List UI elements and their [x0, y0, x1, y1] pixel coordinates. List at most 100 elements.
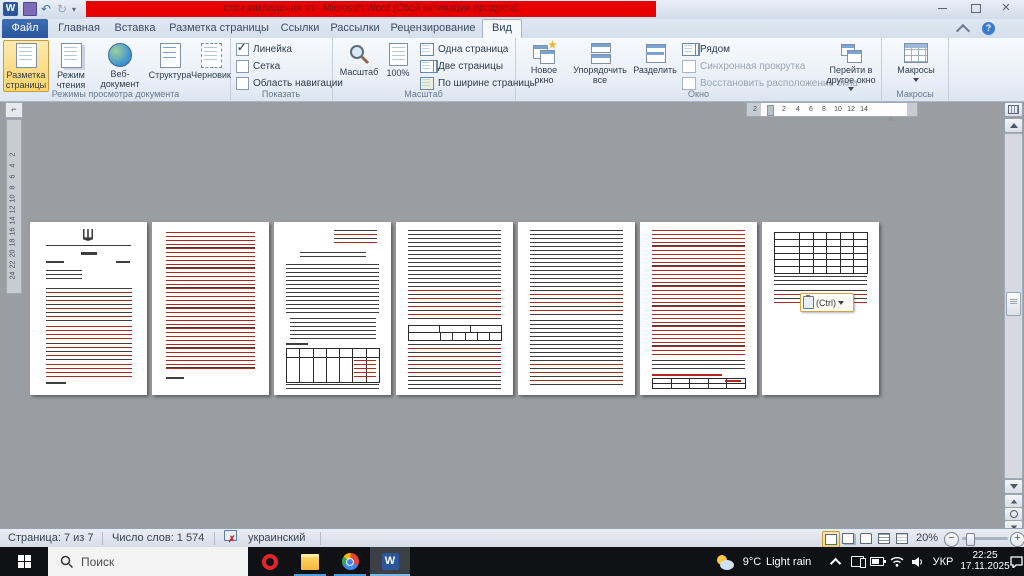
- wifi-icon[interactable]: [888, 547, 906, 576]
- outline-button[interactable]: Структура: [147, 40, 193, 92]
- previous-page-button[interactable]: [1004, 494, 1023, 508]
- tab-references[interactable]: Ссылки: [276, 19, 324, 38]
- weather-description[interactable]: Light rain: [766, 547, 824, 576]
- print-layout-button[interactable]: Разметка страницы: [3, 40, 49, 92]
- word-logo-icon[interactable]: W: [3, 2, 18, 16]
- qat-dropdown-icon[interactable]: ▾: [72, 5, 76, 19]
- clipboard-icon: [803, 296, 814, 309]
- scrollbar-track[interactable]: [1004, 133, 1023, 479]
- word-count-indicator[interactable]: Число слов: 1 574: [112, 529, 204, 548]
- select-browse-object-button[interactable]: [1004, 507, 1023, 521]
- taskbar-search-input[interactable]: Поиск: [48, 547, 248, 576]
- save-icon[interactable]: [23, 2, 37, 16]
- action-center-icon[interactable]: [1008, 547, 1024, 576]
- h-ruler-number: 10: [832, 103, 844, 116]
- group-label-show: Показать: [230, 89, 332, 99]
- gridlines-checkbox[interactable]: Сетка: [236, 59, 280, 74]
- taskbar-explorer-icon[interactable]: [290, 547, 330, 576]
- taskbar-opera-icon[interactable]: [250, 547, 290, 576]
- web-layout-icon: [108, 43, 132, 67]
- collapse-ribbon-icon[interactable]: [958, 22, 968, 36]
- one-page-label: Одна страница: [438, 44, 508, 55]
- view-side-by-side-item[interactable]: Рядом: [682, 42, 730, 57]
- scroll-down-arrow[interactable]: [1004, 479, 1023, 494]
- tab-review[interactable]: Рецензирование: [386, 19, 480, 38]
- reading-mode-button[interactable]: Режим чтения: [49, 40, 93, 92]
- outline-view-button[interactable]: [876, 531, 892, 546]
- zoom-button[interactable]: Масштаб: [338, 40, 380, 92]
- one-page-option[interactable]: Одна страница: [420, 42, 508, 57]
- page-1[interactable]: [30, 222, 147, 395]
- page-5[interactable]: [518, 222, 635, 395]
- zoom-level-indicator[interactable]: 20%: [916, 529, 938, 548]
- h-ruler-number: 2: [778, 103, 790, 116]
- page-6[interactable]: [640, 222, 757, 395]
- coat-of-arms: [83, 229, 93, 241]
- document-area[interactable]: ⌐ 2 4 6 8 10 12 14 16 18 20 22 24 2 2 4 …: [0, 101, 1024, 528]
- scrollbar-thumb[interactable]: [1006, 292, 1021, 316]
- help-icon[interactable]: ?: [982, 22, 995, 35]
- zoom-in-button[interactable]: +: [1010, 532, 1024, 547]
- split-label: Разделить: [633, 66, 677, 76]
- scroll-up-arrow[interactable]: [1004, 118, 1023, 133]
- switch-windows-button[interactable]: Перейти в другое окно: [822, 40, 880, 96]
- group-label-view-modes: Режимы просмотра документа: [1, 89, 230, 99]
- zoom-100-button[interactable]: 100%: [380, 40, 416, 92]
- ruler-checkbox[interactable]: ✓ Линейка: [236, 42, 292, 57]
- minimize-button[interactable]: [928, 0, 956, 18]
- undo-icon[interactable]: ↶: [41, 2, 51, 16]
- proofing-error-icon[interactable]: ✗: [224, 529, 238, 548]
- full-screen-view-button[interactable]: [840, 531, 856, 546]
- battery-icon[interactable]: [868, 547, 886, 576]
- h-ruler-number: 4: [792, 103, 804, 116]
- right-indent-marker[interactable]: [887, 106, 895, 119]
- tab-stop-selector[interactable]: ⌐: [5, 102, 23, 118]
- print-layout-view-button[interactable]: [822, 531, 840, 548]
- split-icon: [644, 43, 666, 63]
- ruler-toggle-button[interactable]: [1004, 102, 1023, 117]
- page-2[interactable]: [152, 222, 269, 395]
- tab-page-layout[interactable]: Разметка страницы: [164, 19, 274, 38]
- tab-home[interactable]: Главная: [52, 19, 106, 38]
- your-phone-icon[interactable]: [848, 547, 866, 576]
- arrange-all-button[interactable]: Упорядочить все: [568, 40, 632, 92]
- page4-table-row: [408, 332, 502, 341]
- weather-temperature[interactable]: 9°C: [738, 547, 766, 576]
- draft-view-button[interactable]: [894, 531, 910, 546]
- tab-insert[interactable]: Вставка: [108, 19, 162, 38]
- tab-view[interactable]: Вид: [482, 19, 522, 39]
- restore-button[interactable]: [962, 0, 990, 18]
- zoom-out-button[interactable]: −: [944, 532, 959, 547]
- page-number-indicator[interactable]: Страница: 7 из 7: [8, 529, 94, 548]
- paste-options-button[interactable]: (Ctrl): [800, 293, 854, 312]
- input-language-indicator[interactable]: УКР: [928, 547, 958, 576]
- page-4[interactable]: [396, 222, 513, 395]
- ruler-checkbox-label: Линейка: [253, 44, 292, 55]
- close-button[interactable]: ✕: [992, 0, 1020, 18]
- page-3[interactable]: [274, 222, 391, 395]
- start-button[interactable]: [0, 547, 48, 576]
- tray-chevron-icon[interactable]: [828, 547, 846, 576]
- clock[interactable]: 22:25 17.11.2025: [958, 550, 1012, 572]
- weather-icon[interactable]: [712, 547, 738, 576]
- language-indicator[interactable]: украинский: [248, 529, 305, 548]
- taskbar-chrome-icon[interactable]: [330, 547, 370, 576]
- web-layout-button[interactable]: Веб-документ: [93, 40, 147, 92]
- draft-button[interactable]: Черновик: [191, 40, 231, 92]
- h-ruler-number: 12: [845, 103, 857, 116]
- redo-icon[interactable]: ↻: [57, 2, 67, 16]
- new-window-button[interactable]: ★ Новое окно: [520, 40, 568, 92]
- zoom-slider-track[interactable]: [962, 537, 1008, 540]
- taskbar-word-icon[interactable]: W: [370, 547, 410, 576]
- web-layout-view-button[interactable]: [858, 531, 874, 546]
- macros-button[interactable]: Макросы: [894, 40, 938, 96]
- group-zoom: Масштаб 100% Одна страница Две страницы …: [332, 38, 516, 100]
- zoom-slider-thumb[interactable]: [966, 533, 975, 546]
- two-pages-option[interactable]: Две страницы: [420, 59, 503, 74]
- side-by-side-icon: [682, 43, 696, 56]
- indent-marker[interactable]: [767, 105, 774, 116]
- split-button[interactable]: Разделить: [632, 40, 678, 92]
- volume-icon[interactable]: [908, 547, 926, 576]
- tab-file[interactable]: Файл: [2, 19, 48, 38]
- tab-mailings[interactable]: Рассылки: [326, 19, 384, 38]
